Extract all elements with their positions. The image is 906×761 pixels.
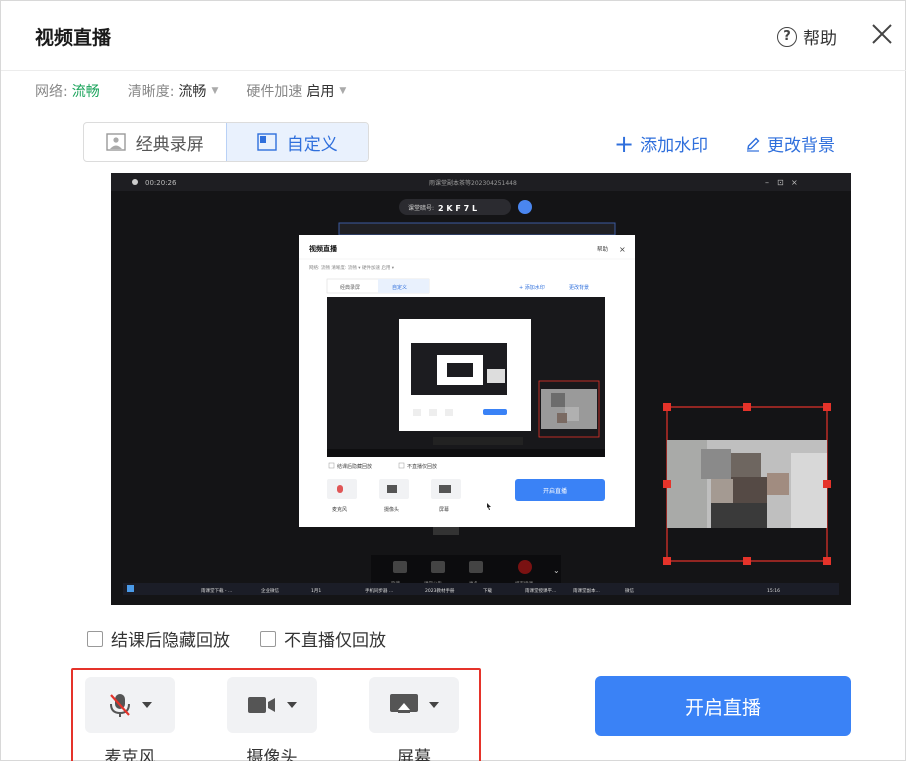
chevron-down-icon[interactable] [287, 702, 297, 708]
help-icon: ? [777, 26, 797, 47]
inner-custom: 自定义 [392, 284, 407, 291]
preview-canvas: 00:20:26 雨课堂副本茶等202304251448 – ⊡ × 课堂暗号:… [111, 173, 851, 595]
network-label: 网络: [35, 84, 68, 100]
taskbar-item-9: 微信 [625, 587, 634, 594]
live-preview: 00:20:26 雨课堂副本茶等202304251448 – ⊡ × 课堂暗号:… [111, 173, 851, 605]
hw-label: 硬件加速 [246, 84, 303, 100]
clarity-label: 清晰度: [127, 84, 175, 100]
replay-only-checkbox[interactable]: 不直播仅回放 [260, 626, 386, 651]
microphone-muted-icon [110, 694, 130, 717]
inner-start: 开启直播 [543, 487, 567, 495]
layout-mode-toggle: 经典录屏 自定义 [83, 122, 369, 162]
add-watermark-label: 添加水印 [640, 136, 709, 156]
camera-label: 摄像头 [246, 748, 298, 761]
checkbox-box[interactable] [260, 630, 276, 647]
chevron-down-icon: ▼ [339, 86, 347, 96]
svg-text:–: – [765, 178, 769, 187]
mode-custom-button[interactable]: 自定义 [225, 123, 368, 161]
network-status: 网络: 流畅 [35, 81, 100, 101]
chevron-down-icon: ▼ [211, 86, 219, 96]
inner-bg: 更改背景 [569, 284, 589, 291]
inner-check2: 不直播仅回放 [407, 463, 437, 470]
clarity-dropdown[interactable]: 清晰度: 流畅 ▼ [128, 81, 219, 101]
inner-title: 视频直播 [309, 244, 338, 253]
screen-share-button[interactable] [369, 677, 459, 733]
taskbar-item-7: 雨课堂授课平... [525, 587, 556, 594]
svg-text:⊡: ⊡ [777, 178, 784, 187]
change-bg-label: 更改背景 [767, 136, 835, 156]
hide-replay-label: 结课后隐藏回放 [111, 631, 230, 651]
network-value: 流畅 [71, 84, 100, 100]
preview-code: 2 K F 7 L [438, 204, 477, 213]
camera-button[interactable] [227, 677, 317, 733]
add-watermark-button[interactable]: + 添加水印 [614, 129, 709, 158]
help-button[interactable]: ? 帮助 [777, 24, 837, 49]
screen-share-icon [390, 694, 418, 713]
mode-classic-label: 经典录屏 [135, 134, 204, 155]
svg-text:⌄: ⌄ [553, 566, 560, 575]
taskbar-item-8: 雨课堂副本... [573, 587, 600, 594]
video-camera-icon [248, 697, 275, 713]
inner-watermark: + 添加水印 [519, 284, 545, 291]
taskbar-time: 15:16 [767, 588, 780, 594]
hardware-accel-dropdown[interactable]: 硬件加速 启用 ▼ [246, 81, 346, 101]
inner-mic: 麦克风 [332, 506, 347, 513]
stream-settings-bar: 网络: 流畅 清晰度: 流畅 ▼ 硬件加速 启用 ▼ [35, 81, 374, 101]
preview-timer: 00:20:26 [145, 179, 177, 187]
clarity-value: 流畅 [178, 84, 207, 100]
camera-control: 摄像头 [227, 677, 317, 761]
preview-window-title: 雨课堂副本茶等202304251448 [429, 179, 517, 187]
inner-help: 帮助 [597, 245, 609, 253]
replay-only-label: 不直播仅回放 [284, 631, 386, 651]
mode-custom-label: 自定义 [286, 134, 338, 155]
inner-dialog-preview: 视频直播 帮助 × 网络: 流畅 清晰度: 流畅 ▾ 硬件加速 启用 ▾ 经典录… [299, 235, 635, 527]
svg-text:×: × [791, 178, 798, 187]
edit-icon [747, 137, 760, 152]
checkbox-box[interactable] [87, 630, 103, 647]
chevron-down-icon[interactable] [142, 702, 152, 708]
help-label: 帮助 [803, 29, 837, 49]
screen-label: 屏幕 [397, 748, 431, 761]
screen-control: 屏幕 [369, 677, 459, 761]
image-icon [106, 133, 126, 151]
hide-replay-checkbox[interactable]: 结课后隐藏回放 [87, 626, 230, 651]
close-icon[interactable] [867, 19, 897, 49]
taskbar-item-3: 1月1 [311, 588, 321, 594]
taskbar-item-6: 下载 [483, 587, 492, 594]
playback-options: 结课后隐藏回放 不直播仅回放 [87, 626, 386, 651]
microphone-control: 麦克风 [85, 677, 175, 761]
mode-classic-button[interactable]: 经典录屏 [84, 123, 226, 161]
inner-screen: 屏幕 [439, 506, 449, 513]
inner-check1: 结课后隐藏回放 [337, 463, 372, 470]
taskbar-item-4: 手机同步器 ... [365, 587, 393, 594]
microphone-button[interactable] [85, 677, 175, 733]
dialog-title: 视频直播 [35, 27, 112, 49]
taskbar-item-1: 雨课堂下载 - ... [201, 587, 232, 594]
start-live-button[interactable]: 开启直播 [595, 676, 851, 736]
change-background-button[interactable]: 更改背景 [745, 131, 835, 156]
taskbar-item-2: 企业微信 [261, 587, 279, 594]
live-stream-dialog: 视频直播 ? 帮助 网络: 流畅 清晰度: 流畅 ▼ 硬件加速 启用 ▼ 经典录… [0, 0, 906, 761]
layout-icon [257, 133, 277, 151]
plus-icon: + [614, 129, 635, 158]
chevron-down-icon[interactable] [429, 702, 439, 708]
inner-settings: 网络: 流畅 清晰度: 流畅 ▾ 硬件加速 启用 ▾ [309, 264, 395, 271]
svg-text:×: × [619, 245, 626, 254]
taskbar-item-5: 2023教材手册 [425, 587, 455, 594]
inner-classic: 经典录屏 [340, 284, 360, 291]
dialog-header: 视频直播 ? 帮助 [1, 1, 906, 71]
camera-overlay-selection[interactable] [663, 403, 831, 565]
microphone-label: 麦克风 [104, 748, 156, 761]
hw-value: 启用 [306, 84, 335, 100]
preview-code-label: 课堂暗号: [408, 204, 434, 212]
inner-camera: 摄像头 [384, 506, 399, 513]
